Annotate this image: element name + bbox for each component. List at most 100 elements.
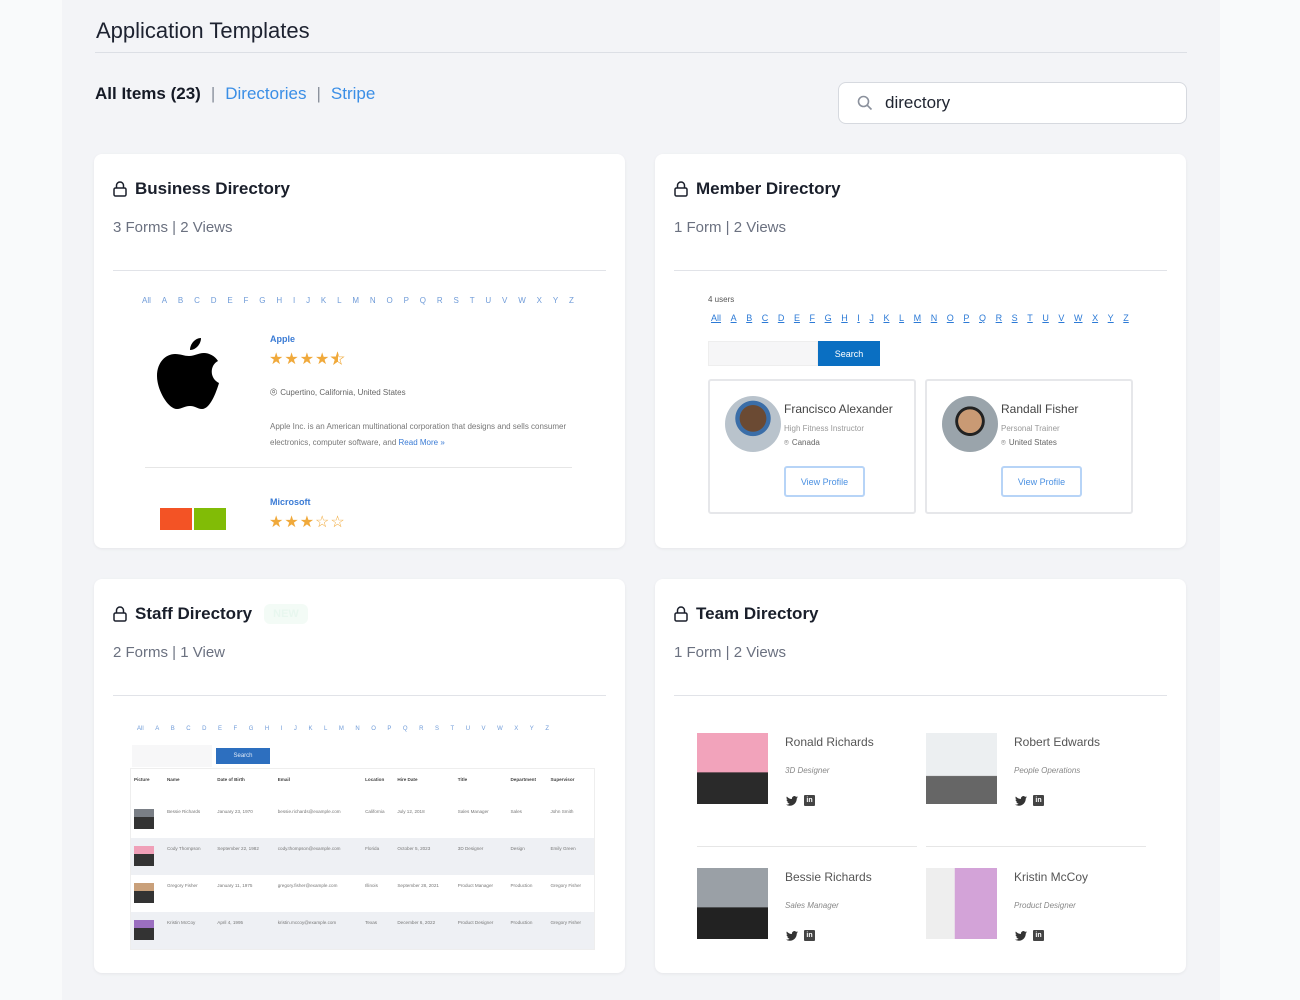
alpha-letter[interactable]: D [211, 296, 217, 305]
alpha-letter[interactable]: X [514, 726, 518, 732]
linkedin-icon[interactable]: in [804, 930, 815, 941]
alpha-letter[interactable]: Z [569, 296, 574, 305]
filter-all-items[interactable]: All Items (23) [95, 84, 201, 104]
member-search-input[interactable] [708, 341, 818, 366]
alpha-letter[interactable]: U [485, 296, 491, 305]
twitter-icon[interactable] [786, 930, 798, 941]
alpha-letter[interactable]: P [387, 726, 391, 732]
alpha-letter[interactable]: A [162, 296, 167, 305]
alpha-letter[interactable]: All [137, 726, 144, 732]
alpha-letter[interactable]: H [265, 726, 269, 732]
alpha-letter[interactable]: R [437, 296, 443, 305]
alpha-letter[interactable]: Y [553, 296, 558, 305]
twitter-icon[interactable] [1015, 795, 1027, 806]
alpha-letter[interactable]: U [466, 726, 470, 732]
alpha-letter[interactable]: Q [403, 726, 408, 732]
alpha-letter[interactable]: T [1027, 313, 1033, 323]
view-profile-button[interactable]: View Profile [1001, 466, 1082, 497]
alpha-letter[interactable]: M [352, 296, 359, 305]
alpha-letter[interactable]: I [857, 313, 860, 323]
alpha-letter[interactable]: S [454, 296, 459, 305]
alpha-letter[interactable]: J [869, 313, 874, 323]
alpha-letter[interactable]: Z [1123, 313, 1129, 323]
alpha-letter[interactable]: C [186, 726, 190, 732]
alpha-letter[interactable]: T [451, 726, 455, 732]
alpha-letter[interactable]: B [171, 726, 175, 732]
view-profile-button[interactable]: View Profile [784, 466, 865, 497]
alpha-letter[interactable]: E [218, 726, 222, 732]
alpha-letter[interactable]: D [202, 726, 206, 732]
linkedin-icon[interactable]: in [1033, 930, 1044, 941]
search-input[interactable] [885, 93, 1175, 113]
alpha-letter[interactable]: T [470, 296, 475, 305]
alpha-letter[interactable]: R [419, 726, 423, 732]
alpha-letter[interactable]: Y [530, 726, 534, 732]
alpha-letter[interactable]: W [497, 726, 503, 732]
alpha-letter[interactable]: V [482, 726, 486, 732]
alpha-letter[interactable]: O [387, 296, 393, 305]
member-search-button[interactable]: Search [818, 341, 880, 366]
alpha-letter[interactable]: V [1058, 313, 1064, 323]
table-row[interactable]: Gregory Fisher January 11, 1975 gregory.fi… [131, 875, 594, 912]
linkedin-icon[interactable]: in [804, 795, 815, 806]
business-name[interactable]: Apple [270, 334, 295, 344]
template-card-team-directory[interactable]: Team Directory 1 Form | 2 Views Ronald R… [655, 579, 1186, 973]
alpha-letter[interactable]: Q [420, 296, 426, 305]
alpha-letter[interactable]: A [731, 313, 737, 323]
alpha-letter[interactable]: K [308, 726, 312, 732]
alpha-letter[interactable]: F [810, 313, 816, 323]
alpha-letter[interactable]: All [711, 313, 721, 323]
alpha-letter[interactable]: E [794, 313, 800, 323]
alpha-letter[interactable]: D [778, 313, 785, 323]
staff-search-button[interactable]: Search [216, 748, 270, 764]
alpha-letter[interactable]: N [355, 726, 359, 732]
filter-directories[interactable]: Directories [225, 84, 306, 104]
alpha-letter[interactable]: X [537, 296, 542, 305]
twitter-icon[interactable] [1015, 930, 1027, 941]
alpha-letter[interactable]: J [306, 296, 310, 305]
alpha-letter[interactable]: S [1012, 313, 1018, 323]
table-row[interactable]: Bessie Richards January 23, 1970 bessie.ri… [131, 801, 594, 838]
alpha-letter[interactable]: W [1074, 313, 1083, 323]
table-row[interactable]: Cody Thompson September 22, 1982 cody.thom… [131, 838, 594, 875]
twitter-icon[interactable] [786, 795, 798, 806]
business-name[interactable]: Microsoft [270, 497, 311, 507]
alpha-letter[interactable]: B [746, 313, 752, 323]
table-row[interactable]: Kristin McCoy April 4, 1995 kristin.mccoy@… [131, 912, 594, 949]
alpha-letter[interactable]: F [244, 296, 249, 305]
alpha-letter[interactable]: R [996, 313, 1003, 323]
alpha-letter[interactable]: X [1092, 313, 1098, 323]
alpha-letter[interactable]: G [259, 296, 265, 305]
alpha-letter[interactable]: P [963, 313, 969, 323]
alpha-letter[interactable]: V [502, 296, 507, 305]
linkedin-icon[interactable]: in [1033, 795, 1044, 806]
read-more-link[interactable]: Read More » [399, 438, 445, 447]
alpha-letter[interactable]: W [518, 296, 526, 305]
filter-stripe[interactable]: Stripe [331, 84, 375, 104]
alpha-letter[interactable]: G [249, 726, 254, 732]
alpha-letter[interactable]: M [339, 726, 344, 732]
alpha-letter[interactable]: A [155, 726, 159, 732]
alpha-letter[interactable]: C [194, 296, 200, 305]
template-card-member-directory[interactable]: Member Directory 1 Form | 2 Views 4 user… [655, 154, 1186, 548]
alpha-letter[interactable]: I [293, 296, 295, 305]
alpha-letter[interactable]: K [321, 296, 326, 305]
alpha-letter[interactable]: F [234, 726, 238, 732]
alpha-letter[interactable]: L [324, 726, 327, 732]
alpha-letter[interactable]: O [947, 313, 954, 323]
alpha-letter[interactable]: K [883, 313, 889, 323]
alpha-letter[interactable]: M [914, 313, 922, 323]
alpha-letter[interactable]: B [178, 296, 183, 305]
alpha-letter[interactable]: Q [979, 313, 986, 323]
alpha-letter[interactable]: I [281, 726, 283, 732]
alpha-letter[interactable]: G [825, 313, 832, 323]
alpha-letter[interactable]: H [276, 296, 282, 305]
alpha-letter[interactable]: L [337, 296, 341, 305]
alpha-letter[interactable]: O [371, 726, 376, 732]
alpha-letter[interactable]: C [762, 313, 769, 323]
alpha-letter[interactable]: N [370, 296, 376, 305]
alpha-letter[interactable]: U [1042, 313, 1049, 323]
alpha-letter[interactable]: P [404, 296, 409, 305]
search-box[interactable] [838, 82, 1187, 124]
alpha-letter[interactable]: N [931, 313, 938, 323]
